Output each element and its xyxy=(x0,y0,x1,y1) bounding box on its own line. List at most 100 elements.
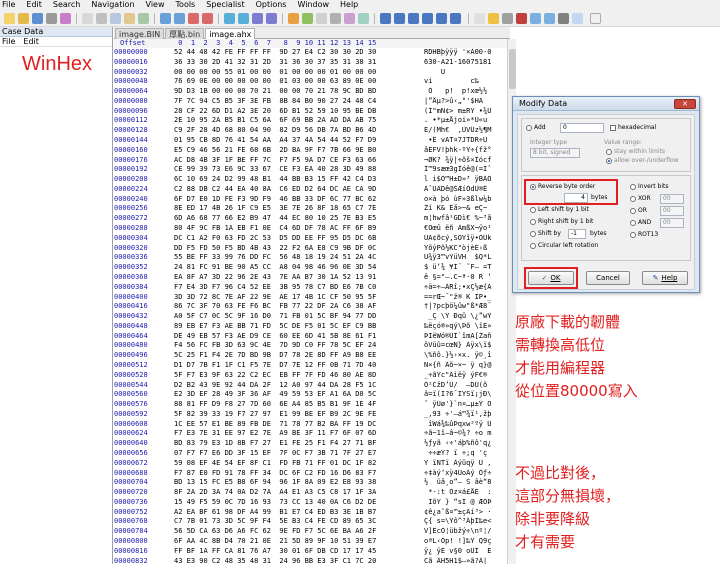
hex-text[interactable]: _‚93 ÷'—á™¾ï¹,žþ xyxy=(424,410,507,419)
hex-text[interactable]: ê §="–.C~ª·0 R ‘ xyxy=(424,273,507,282)
hex-text[interactable]: ˆ ÿÙø'}`n¤…µ±Ÿ O xyxy=(424,400,507,409)
hex-bytes[interactable]: 9D D3 1B 00 00 00 70 21 00 00 70 21 78 9… xyxy=(174,87,424,96)
hex-bytes[interactable]: 8E ED 17 4B 26 1F C9 E5 3E 7E 26 8F 18 6… xyxy=(174,204,424,213)
hex-text[interactable]: m¦hwfâ¹GDì€ %~³å xyxy=(424,214,507,223)
hex-bytes[interactable]: 07 F7 F7 E6 DD 3F 15 EF 7F 0C F7 3B 71 7… xyxy=(174,449,424,458)
rot13-radio[interactable] xyxy=(630,232,636,238)
hex-text[interactable]: â=ï(I?6¯IYSï¡jÐ\ xyxy=(424,390,507,399)
ram-icon[interactable] xyxy=(302,13,313,24)
hex-bytes[interactable]: 7F 7C 94 C5 B5 3F 3E FB 8B 84 B0 90 27 2… xyxy=(174,97,424,106)
hex-text[interactable]: ôVüû=cœN} Àÿx\ï$ xyxy=(424,341,507,350)
hex-bytes[interactable]: D2 B2 43 9E 92 44 DA 2F 12 A0 97 44 DA 2… xyxy=(174,381,424,390)
paste-icon[interactable] xyxy=(124,13,135,24)
hex-bytes[interactable]: E5 C9 46 56 21 FE 68 6B 2D BA 9F F7 7B 6… xyxy=(174,146,424,155)
hex-bytes[interactable]: 6D A6 68 77 66 E2 B9 47 44 EC 80 10 25 7… xyxy=(174,214,424,223)
menu-options[interactable]: Options xyxy=(256,0,287,10)
hex-bytes[interactable]: 86 7C 3F 70 63 FE F6 BC FB 77 22 DF 2A C… xyxy=(174,302,424,311)
forward-icon[interactable] xyxy=(266,13,277,24)
right-shift-radio[interactable] xyxy=(530,219,536,225)
add-radio[interactable] xyxy=(526,125,532,131)
xor-radio[interactable] xyxy=(630,196,636,202)
arrow-right-end-icon[interactable] xyxy=(394,13,405,24)
back-icon[interactable] xyxy=(252,13,263,24)
hex-bytes[interactable]: 52 44 48 42 FE FF FF FF 9D 27 E4 C2 30 3… xyxy=(174,48,424,57)
hex-bytes[interactable]: 28 CF 22 6D D1 A2 3E 20 6D B1 52 59 10 9… xyxy=(174,107,424,116)
invert-bits-option[interactable]: Invert bits xyxy=(630,183,669,191)
hex-bytes[interactable]: DC C1 A2 F0 63 FD 2C 53 D5 DD EE FF 95 D… xyxy=(174,234,424,243)
hex-bytes[interactable]: 2E 10 95 2A B5 B1 C5 6A 6F 69 BB 2A AD D… xyxy=(174,116,424,125)
hex-bytes[interactable]: C7 7B 01 73 3D 5C 9F F4 5E B3 C4 FE CD 8… xyxy=(174,517,424,526)
arrow-up-icon[interactable] xyxy=(450,13,461,24)
undo-icon[interactable] xyxy=(82,13,93,24)
cancel-button[interactable]: Cancel xyxy=(586,271,630,285)
menu-edit[interactable]: Edit xyxy=(26,0,42,10)
tab-image-bin[interactable]: image.BIN xyxy=(115,28,165,39)
hex-bytes[interactable]: BD 83 79 E3 1D 8B F7 27 E1 FE 25 F1 F4 2… xyxy=(174,439,424,448)
hex-bytes[interactable]: 24 81 FC 91 BE 90 A5 CC A8 04 98 46 96 0… xyxy=(174,263,424,272)
hex-bytes[interactable]: DE 49 EB 57 F3 AE D9 CE 60 EE 6D 41 5B 8… xyxy=(174,332,424,341)
help-icon[interactable] xyxy=(590,13,601,24)
hex-text[interactable]: ¬ØK? ¾ÿ|÷õš×Îócf xyxy=(424,156,507,165)
hex-text[interactable]: _÷ãŸc"Âìëÿ ýF€® xyxy=(424,371,507,380)
invert-bits-radio[interactable] xyxy=(630,184,636,190)
image-icon[interactable] xyxy=(530,13,541,24)
hex-bytes[interactable]: 88 81 FF D9 F8 27 7D 60 6E A4 85 B5 B1 9… xyxy=(174,400,424,409)
hex-bytes[interactable]: 59 08 EF 4E 54 EF 8F C1 FD FB 71 FF 01 D… xyxy=(174,459,424,468)
shift-value-field[interactable]: -1 xyxy=(568,229,586,239)
hex-text[interactable]: Ží K& Éå>~& eÇ~ xyxy=(424,204,507,213)
or-option[interactable]: OR xyxy=(630,207,647,215)
hex-text[interactable]: ==rŒ~¯"ž® K ÏP•_ xyxy=(424,293,507,302)
hexadecimal-checkbox[interactable] xyxy=(610,125,616,131)
paste-special-icon[interactable] xyxy=(138,13,149,24)
menu-search[interactable]: Search xyxy=(53,0,80,10)
hex-text[interactable]: É/(Mh€ ‚ÙVÛz½¶M xyxy=(424,126,507,135)
hex-text[interactable]: ÷ã~1î—â~©¾? ÷o m xyxy=(424,429,507,438)
hex-text[interactable]: Î™9sæœ3gÎóê@(=Iˆ xyxy=(424,165,507,174)
hex-bytes[interactable]: 56 5D CA 63 D6 A6 FC 62 9E FD F7 5C 6E B… xyxy=(174,527,424,536)
or-value-field[interactable]: 00 xyxy=(660,206,684,216)
tools-icon[interactable] xyxy=(558,13,569,24)
archive-icon[interactable] xyxy=(516,13,527,24)
xor-value-field[interactable]: 00 xyxy=(660,194,684,204)
hdd-icon[interactable] xyxy=(474,13,485,24)
arrow-left-end-icon[interactable] xyxy=(422,13,433,24)
scrollbar-thumb[interactable] xyxy=(509,49,516,89)
compare-icon[interactable] xyxy=(358,13,369,24)
add-value-field[interactable]: 0 xyxy=(560,123,604,133)
hex-text[interactable]: ÷÷æÝ? ï ÷;q 'ç xyxy=(424,449,507,458)
and-radio[interactable] xyxy=(630,220,636,226)
copy-icon[interactable] xyxy=(110,13,121,24)
hex-text[interactable]: ½ üå¸o”– Š âè“8 xyxy=(424,478,507,487)
hex-text[interactable]: RDHBþÿÿÿ '×À00-0 xyxy=(424,48,507,57)
shift-by-radio[interactable] xyxy=(530,231,536,237)
hex-bytes[interactable]: A0 5F C7 0C 5C 9F 16 D0 71 FB 01 5C BF 9… xyxy=(174,312,424,321)
hex-bytes[interactable]: F7 E3 7E 31 EE 97 E2 7E A9 BE 3F 11 F7 6… xyxy=(174,429,424,438)
add-option[interactable]: Add xyxy=(526,124,546,132)
menu-navigation[interactable]: Navigation xyxy=(91,0,134,10)
hex-text[interactable]: U xyxy=(424,68,507,77)
left-shift-option[interactable]: Left shift by 1 bit xyxy=(530,206,589,214)
circular-rotation-radio[interactable] xyxy=(530,243,536,249)
hex-text[interactable]: 630-A21-16075181 xyxy=(424,58,507,67)
hex-bytes[interactable]: 76 69 0E 00 00 00 00 00 01 03 00 00 63 8… xyxy=(174,77,424,86)
and-option[interactable]: AND xyxy=(630,219,651,227)
hex-bytes[interactable]: C2 88 DB C2 44 EA 40 8A C6 ED D2 64 DC A… xyxy=(174,185,424,194)
hex-bytes[interactable]: E2 3D EF 28 49 3F 36 AF 49 59 53 EF A1 6… xyxy=(174,390,424,399)
hex-text[interactable]: l i$Ò™H±D»³ ÿBÄÓ xyxy=(424,175,507,184)
calculator-icon[interactable] xyxy=(316,13,327,24)
circular-rotation-option[interactable]: Circular left rotation xyxy=(530,242,598,250)
goto-offset-icon[interactable] xyxy=(224,13,235,24)
allow-overflow-option[interactable]: allow over-/underflow xyxy=(606,157,679,165)
hex-bytes[interactable]: 6F D7 E0 1D FE F3 9D F9 46 BB 33 DF 6C 7… xyxy=(174,195,424,204)
hex-bytes[interactable]: 89 EB E7 F3 AE BB 71 FD 5C DE F5 01 5C E… xyxy=(174,322,424,331)
hex-text[interactable]: ¢ê¿a˜ß¤™±çÄí³> · xyxy=(424,508,507,517)
hex-editor[interactable]: Offset 0 1 2 3 4 5 6 7 8 9 10 11 12 13 1… xyxy=(114,39,507,564)
hex-bytes[interactable]: A2 EA BF 61 98 DF A4 99 B1 E7 C4 ED B3 3… xyxy=(174,508,424,517)
menu-help[interactable]: Help xyxy=(340,0,358,10)
shift-by-option[interactable]: Shift by xyxy=(530,230,561,238)
folder-icon[interactable] xyxy=(488,13,499,24)
hex-bytes[interactable]: D1 D7 7B F1 1F C1 F5 7E D7 7E 12 FF 0B 7… xyxy=(174,361,424,370)
menu-tools[interactable]: Tools xyxy=(176,0,196,10)
hex-text[interactable]: \%ñô.}½›×x. ÿ©¸î xyxy=(424,351,507,360)
hex-text[interactable]: ÜÁ¢ðcý,SÕÝîÿ•ÕÜk xyxy=(424,234,507,243)
